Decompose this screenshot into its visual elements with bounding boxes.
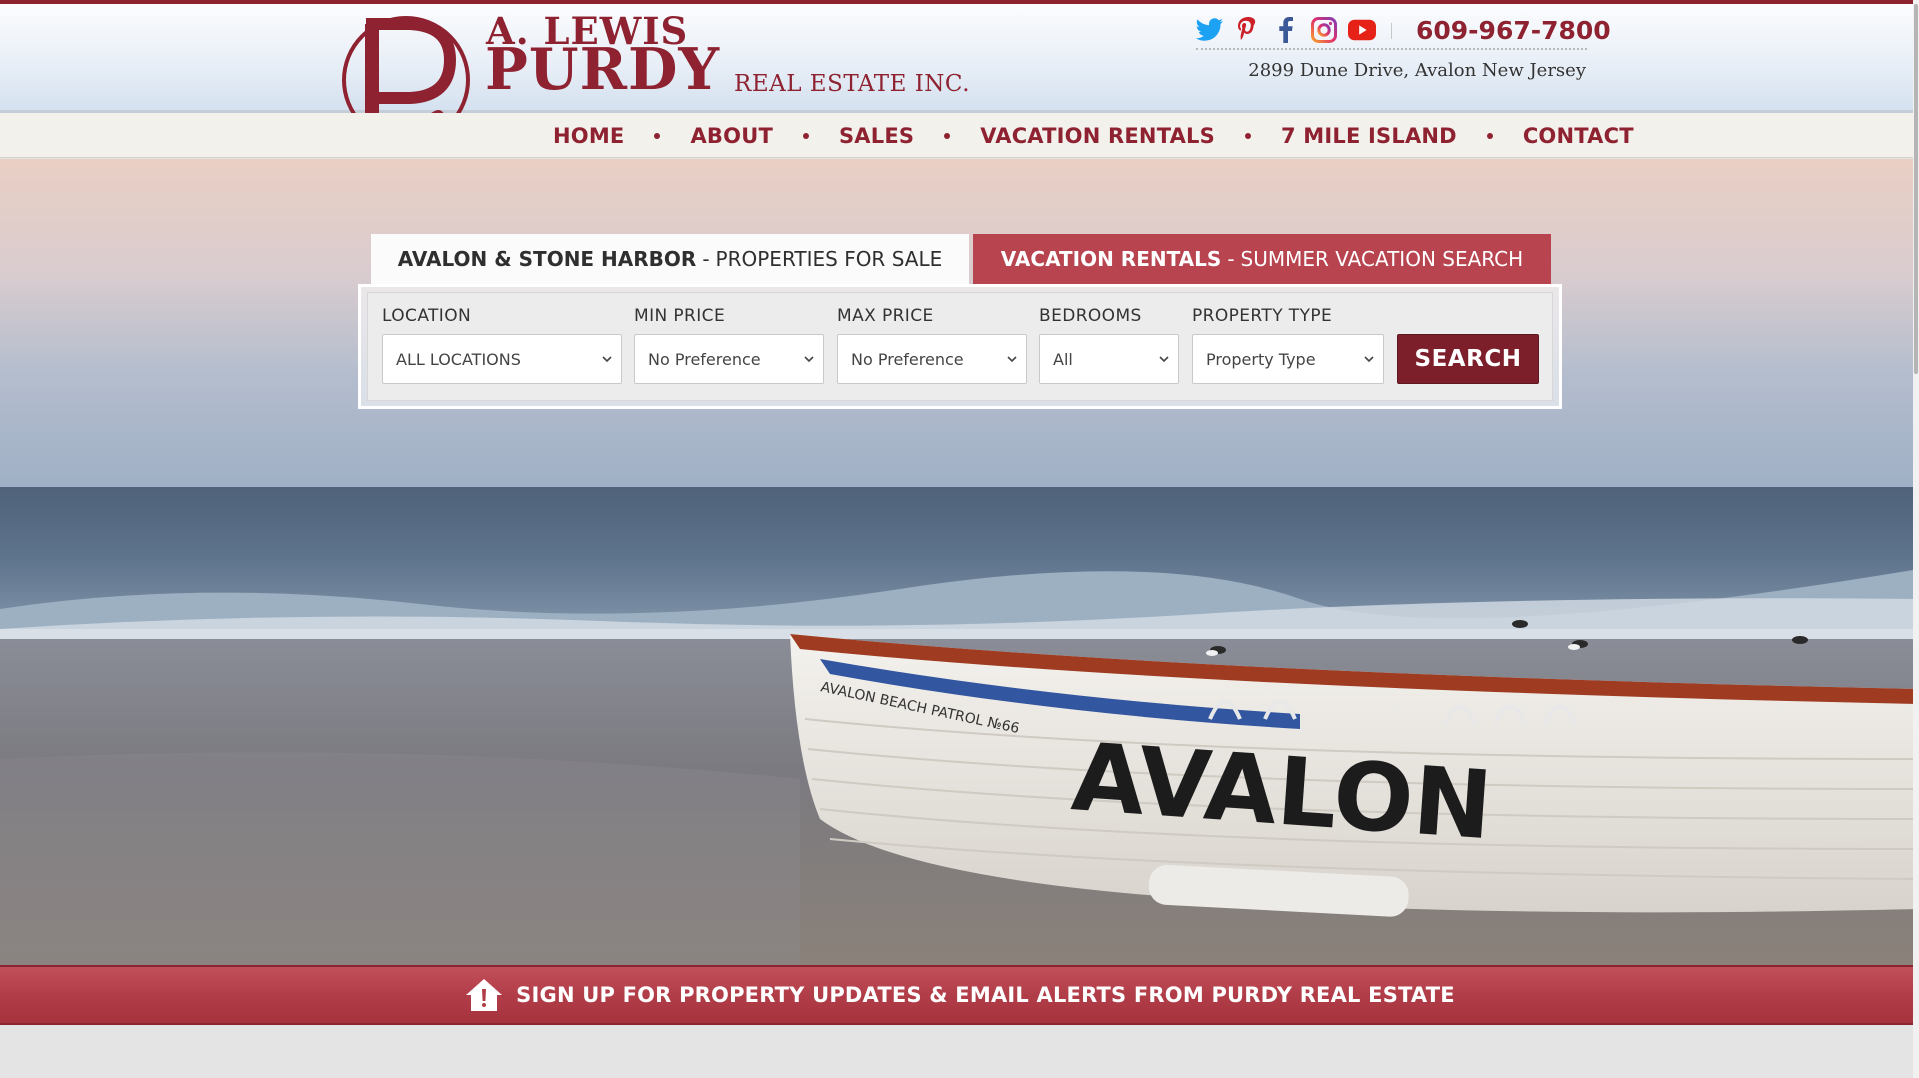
signup-text: SIGN UP FOR PROPERTY UPDATES & EMAIL ALE… bbox=[516, 983, 1455, 1007]
chevron-down-icon bbox=[1364, 356, 1374, 363]
nav-home[interactable]: HOME bbox=[553, 124, 624, 148]
property-type-label: PROPERTY TYPE bbox=[1192, 306, 1333, 326]
tab-sale-light: PROPERTIES FOR SALE bbox=[715, 247, 943, 271]
max-price-select[interactable]: No Preference bbox=[837, 334, 1027, 384]
max-price-value: No Preference bbox=[851, 349, 964, 369]
logo-subtitle: REAL ESTATE INC. bbox=[734, 71, 971, 97]
phone-number[interactable]: 609-967-7800 bbox=[1416, 16, 1611, 45]
max-price-label: MAX PRICE bbox=[837, 306, 934, 326]
tab-rent-separator: - bbox=[1227, 247, 1235, 271]
twitter-icon[interactable] bbox=[1196, 16, 1224, 44]
min-price-value: No Preference bbox=[648, 349, 761, 369]
house-alert-icon bbox=[466, 979, 503, 1011]
nav-separator-dot bbox=[1486, 132, 1493, 139]
chevron-down-icon bbox=[602, 356, 612, 363]
tab-rent-strong: VACATION RENTALS bbox=[1000, 247, 1222, 271]
nav-about[interactable]: ABOUT bbox=[690, 124, 773, 148]
signup-banner[interactable]: SIGN UP FOR PROPERTY UPDATES & EMAIL ALE… bbox=[0, 965, 1919, 1025]
nav-separator-dot bbox=[944, 132, 951, 139]
tab-vacation-rentals[interactable]: VACATION RENTALS - SUMMER VACATION SEARC… bbox=[973, 234, 1551, 284]
page-scrollbar[interactable] bbox=[1913, 0, 1919, 1078]
nav-separator-dot bbox=[1244, 132, 1251, 139]
location-value: ALL LOCATIONS bbox=[396, 349, 521, 369]
tab-sale-separator: - bbox=[702, 247, 710, 271]
address: 2899 Dune Drive, Avalon New Jersey bbox=[1248, 60, 1586, 81]
nav-sales[interactable]: SALES bbox=[839, 124, 914, 148]
property-type-value: Property Type bbox=[1206, 349, 1316, 369]
bedrooms-value: All bbox=[1053, 349, 1073, 369]
dotted-divider bbox=[1196, 48, 1587, 50]
bedrooms-select[interactable]: All bbox=[1039, 334, 1179, 384]
chevron-down-icon bbox=[804, 356, 814, 363]
chevron-down-icon bbox=[1007, 356, 1017, 363]
min-price-label: MIN PRICE bbox=[634, 306, 726, 326]
facebook-icon[interactable] bbox=[1272, 16, 1300, 44]
property-type-select[interactable]: Property Type bbox=[1192, 334, 1384, 384]
chevron-down-icon bbox=[1159, 356, 1169, 363]
search-button[interactable]: SEARCH bbox=[1397, 334, 1539, 384]
main-nav: HOME ABOUT SALES VACATION RENTALS 7 MILE… bbox=[0, 113, 1919, 158]
min-price-select[interactable]: No Preference bbox=[634, 334, 824, 384]
tab-sale-strong: AVALON & STONE HARBOR bbox=[397, 247, 697, 271]
tab-properties-for-sale[interactable]: AVALON & STONE HARBOR - PROPERTIES FOR S… bbox=[371, 234, 969, 284]
logo-name-line2: PURDY bbox=[485, 36, 721, 103]
social-links bbox=[1196, 16, 1376, 44]
nav-7-mile-island[interactable]: 7 MILE ISLAND bbox=[1281, 124, 1457, 148]
scrollbar-thumb[interactable] bbox=[1914, 4, 1918, 374]
tab-rent-light: SUMMER VACATION SEARCH bbox=[1240, 247, 1524, 271]
nav-separator-dot bbox=[802, 132, 809, 139]
nav-vacation-rentals[interactable]: VACATION RENTALS bbox=[980, 124, 1215, 148]
instagram-icon[interactable] bbox=[1310, 16, 1338, 44]
bedrooms-label: BEDROOMS bbox=[1039, 306, 1142, 326]
location-label: LOCATION bbox=[382, 306, 472, 326]
pinterest-icon[interactable] bbox=[1234, 16, 1262, 44]
nav-contact[interactable]: CONTACT bbox=[1523, 124, 1634, 148]
divider bbox=[1391, 23, 1392, 39]
youtube-icon[interactable] bbox=[1348, 16, 1376, 44]
nav-separator-dot bbox=[654, 132, 661, 139]
location-select[interactable]: ALL LOCATIONS bbox=[382, 334, 622, 384]
